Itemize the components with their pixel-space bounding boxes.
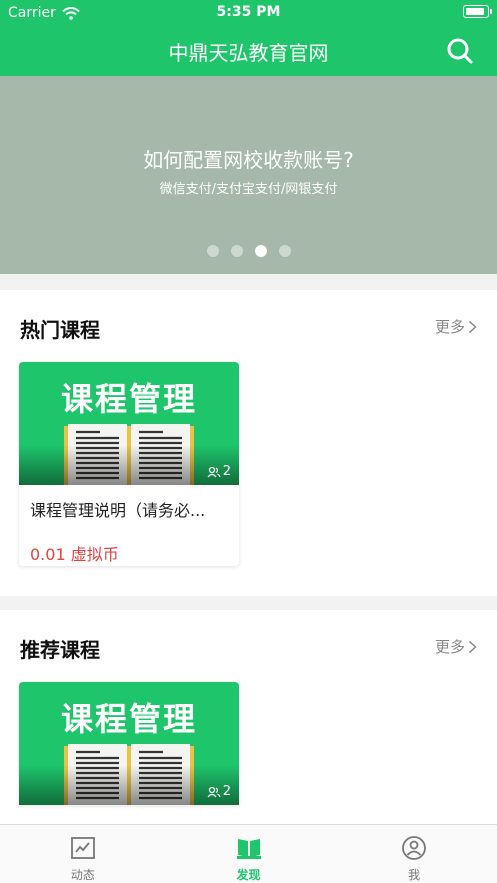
course-price: 0.01 虚拟币 [30,545,119,564]
status-bar: Carrier 5:35 PM [0,0,497,26]
course-card[interactable]: 课程管理 2 课程管理说明（请务必... 0.01 虚拟币 [19,362,239,566]
tab-me[interactable]: 我 [331,825,497,883]
hot-courses-section: 热门课程 更多 课程管理 2 课程管理说明（请务必... 0.01 虚拟币 [0,290,497,596]
thumbnail-title: 课程管理 [60,700,197,738]
book-icon [236,839,261,859]
tab-label: 发现 [236,868,261,882]
status-time: 5:35 PM [216,4,281,20]
bottom-tab-bar: 动态 发现 我 [0,824,497,883]
chart-icon [70,837,95,859]
student-count-value: 2 [222,464,231,479]
tab-label: 我 [408,868,421,882]
section-title: 推荐课程 [20,638,100,662]
chevron-right-icon [468,640,477,653]
battery-icon [463,5,492,18]
page-title: 中鼎天弘教育官网 [168,41,329,65]
tab-discover[interactable]: 发现 [166,825,332,883]
search-icon[interactable] [445,36,475,66]
carousel-dot[interactable] [230,245,243,257]
users-icon [207,466,221,477]
banner-title: 如何配置网校收款账号? [143,148,354,172]
banner-carousel[interactable]: 如何配置网校收款账号? 微信支付/支付宝支付/网银支付 [0,76,497,274]
users-icon [207,786,221,797]
carousel-dot[interactable] [206,245,219,257]
course-thumbnail: 课程管理 2 [19,362,239,485]
tab-label: 动态 [70,868,95,882]
course-thumbnail: 课程管理 2 [19,682,239,805]
banner-subtitle: 微信支付/支付宝支付/网银支付 [159,182,338,197]
student-count: 2 [207,464,231,479]
more-label: 更多 [434,638,465,656]
carousel-dot-active[interactable] [254,245,267,257]
more-link[interactable]: 更多 [435,636,477,657]
thumbnail-title: 课程管理 [60,380,197,418]
recommended-courses-section: 推荐课程 更多 课程管理 2 [0,610,497,824]
course-name: 课程管理说明（请务必... [30,501,206,520]
user-icon [402,836,427,860]
section-title: 热门课程 [20,318,100,342]
carousel-indicator [0,245,497,257]
carousel-dot[interactable] [278,245,291,257]
tab-dynamics[interactable]: 动态 [0,825,166,883]
chevron-right-icon [468,320,477,333]
more-link[interactable]: 更多 [435,316,477,337]
app-header: Carrier 5:35 PM 中鼎天弘教育官网 [0,0,497,76]
more-label: 更多 [434,318,465,336]
student-count-value: 2 [222,784,231,799]
course-card[interactable]: 课程管理 2 [19,682,239,805]
student-count: 2 [207,784,231,799]
